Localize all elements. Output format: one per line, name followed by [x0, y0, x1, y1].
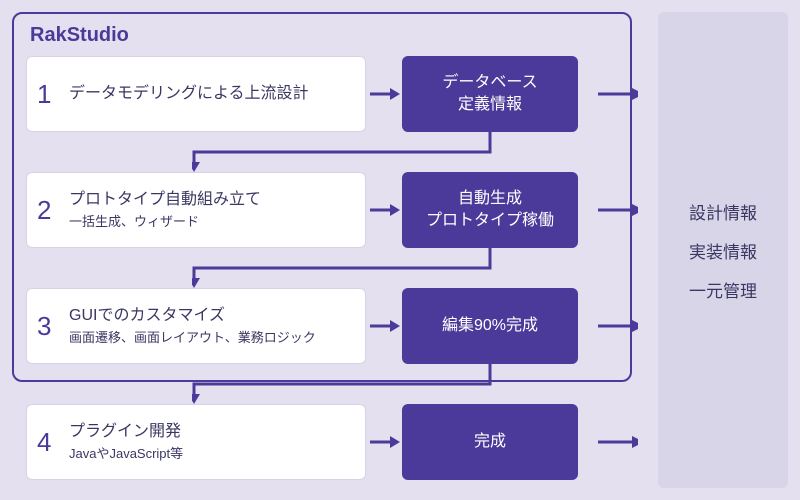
sidebar-text: 一元管理 [689, 277, 757, 302]
step-row-3: 3 GUIでのカスタマイズ 画面遷移、画面レイアウト、業務ロジック 編集90%完… [26, 288, 578, 364]
step-title: GUIでのカスタマイズ [69, 305, 316, 327]
output-box-2: 自動生成 プロトタイプ稼働 [402, 172, 578, 248]
step-text: プロトタイプ自動組み立て 一括生成、ウィザード [69, 189, 261, 232]
arrow-down-icon [192, 132, 502, 174]
step-title: プラグイン開発 [69, 421, 183, 443]
sidebar-text: 実装情報 [689, 238, 757, 263]
step-row-4: 4 プラグイン開発 JavaやJavaScript等 完成 [26, 404, 578, 480]
step-subtitle: 画面遷移、画面レイアウト、業務ロジック [69, 329, 316, 347]
step-row-1: 1 データモデリングによる上流設計 データベース 定義情報 [26, 56, 578, 132]
step-text: GUIでのカスタマイズ 画面遷移、画面レイアウト、業務ロジック [69, 305, 316, 348]
arrow-down-icon [192, 364, 502, 406]
step-number: 3 [37, 311, 69, 342]
output-line: 編集90%完成 [442, 315, 538, 337]
output-box-4: 完成 [402, 404, 578, 480]
step-number: 4 [37, 427, 69, 458]
diagram-main: RakStudio 1 データモデリングによる上流設計 データベース 定義情報 … [12, 12, 632, 488]
step-number: 2 [37, 195, 69, 226]
step-subtitle: JavaやJavaScript等 [69, 445, 183, 463]
step-subtitle: 一括生成、ウィザード [69, 213, 261, 231]
output-box-1: データベース 定義情報 [402, 56, 578, 132]
step-box-2: 2 プロトタイプ自動組み立て 一括生成、ウィザード [26, 172, 366, 248]
step-box-3: 3 GUIでのカスタマイズ 画面遷移、画面レイアウト、業務ロジック [26, 288, 366, 364]
sidebar-panel: 設計情報 実装情報 一元管理 [658, 12, 788, 488]
output-line: データベース [442, 72, 537, 94]
step-text: データモデリングによる上流設計 [69, 83, 309, 105]
step-box-4: 4 プラグイン開発 JavaやJavaScript等 [26, 404, 366, 480]
arrow-right-icon [366, 200, 402, 220]
output-line: 完成 [474, 431, 506, 453]
output-line: 定義情報 [458, 94, 522, 116]
step-row-2: 2 プロトタイプ自動組み立て 一括生成、ウィザード 自動生成 プロトタイプ稼働 [26, 172, 578, 248]
arrow-down-icon [192, 248, 502, 290]
output-box-3: 編集90%完成 [402, 288, 578, 364]
arrow-right-icon [366, 84, 402, 104]
step-title: データモデリングによる上流設計 [69, 83, 309, 105]
arrow-right-icon [598, 200, 638, 220]
arrow-right-icon [598, 84, 638, 104]
sidebar-text: 設計情報 [689, 199, 757, 224]
container-title: RakStudio [30, 24, 129, 47]
step-text: プラグイン開発 JavaやJavaScript等 [69, 421, 183, 464]
step-title: プロトタイプ自動組み立て [69, 189, 261, 211]
arrow-right-icon [598, 432, 638, 452]
step-box-1: 1 データモデリングによる上流設計 [26, 56, 366, 132]
step-number: 1 [37, 79, 69, 110]
arrow-right-icon [598, 316, 638, 336]
output-line: プロトタイプ稼働 [426, 210, 554, 232]
output-line: 自動生成 [458, 188, 522, 210]
arrow-right-icon [366, 432, 402, 452]
arrow-right-icon [366, 316, 402, 336]
